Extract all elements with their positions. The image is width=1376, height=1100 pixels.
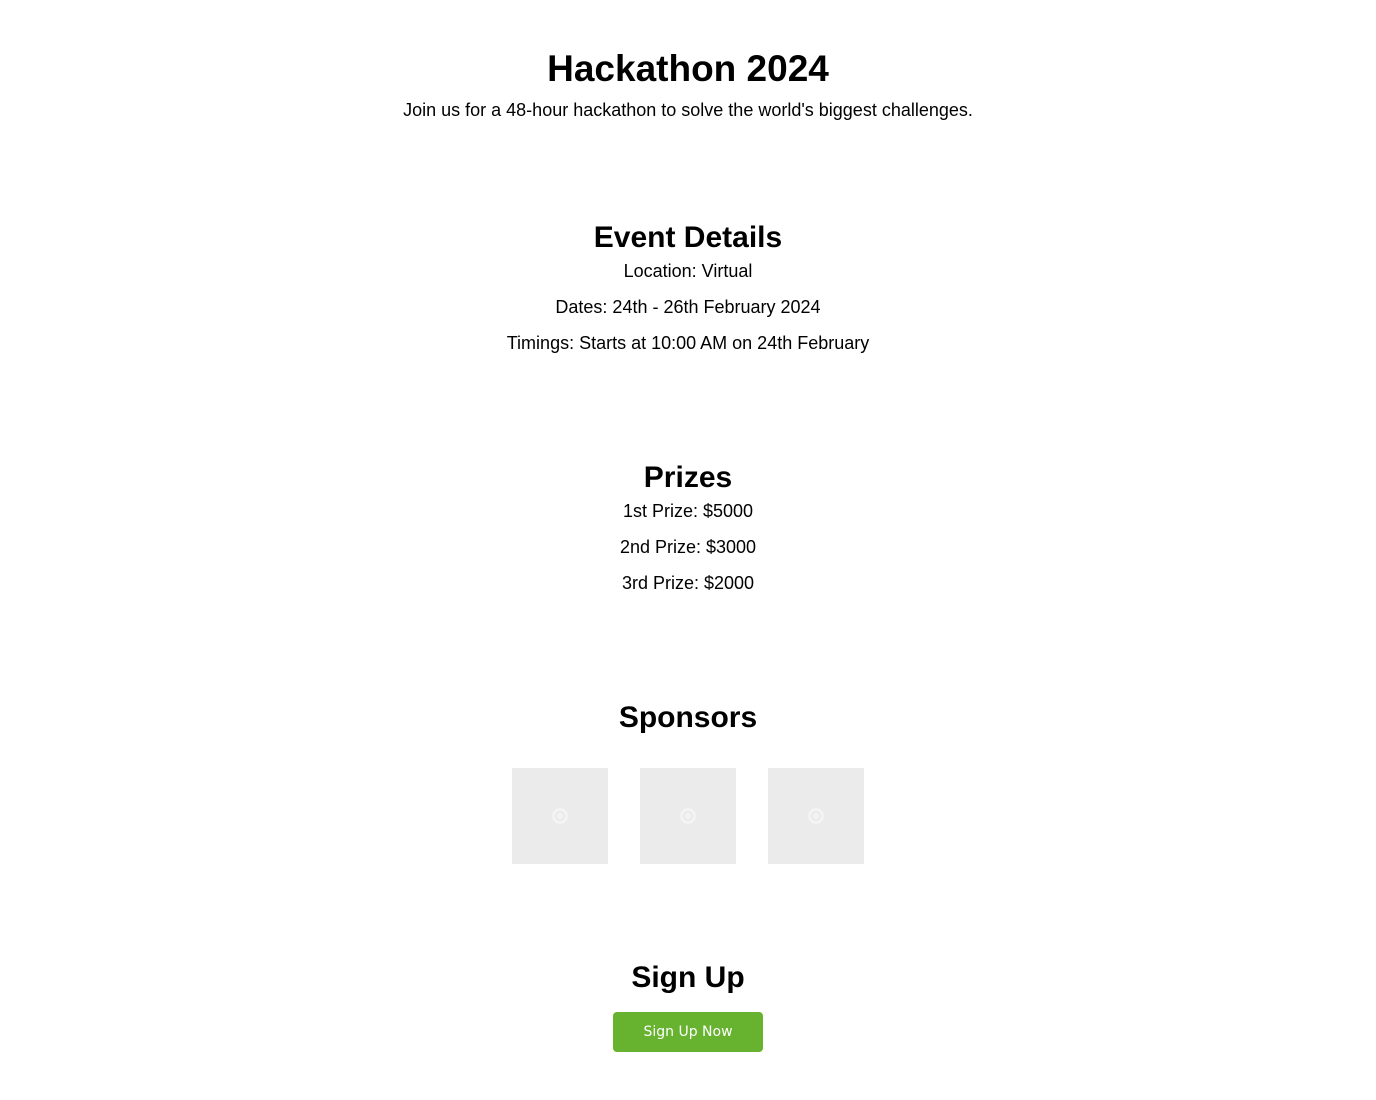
signup-heading: Sign Up xyxy=(631,961,745,994)
first-prize: 1st Prize: $5000 xyxy=(622,501,754,521)
event-details-section: Event Details Location: Virtual Dates: 2… xyxy=(0,220,1376,367)
event-timings: Timings: Starts at 10:00 AM on 24th Febr… xyxy=(506,333,870,353)
image-placeholder-icon xyxy=(808,808,824,824)
sponsors-section: Sponsors xyxy=(0,700,1376,736)
image-placeholder-icon xyxy=(552,808,568,824)
signup-section: Sign Up xyxy=(0,960,1376,996)
sponsor-logos xyxy=(512,768,864,864)
event-dates: Dates: 24th - 26th February 2024 xyxy=(555,297,821,317)
prizes-heading: Prizes xyxy=(643,461,733,494)
sign-up-now-button[interactable]: Sign Up Now xyxy=(613,1012,763,1052)
sponsor-logo xyxy=(768,768,864,864)
event-details-heading: Event Details xyxy=(593,221,783,254)
page-title: Hackathon 2024 xyxy=(547,48,829,89)
sponsors-heading: Sponsors xyxy=(618,701,758,734)
page-subtitle: Join us for a 48-hour hackathon to solve… xyxy=(403,100,973,120)
sponsor-logo xyxy=(512,768,608,864)
image-placeholder-icon xyxy=(680,808,696,824)
prizes-section: Prizes 1st Prize: $5000 2nd Prize: $3000… xyxy=(0,460,1376,607)
sponsor-logo xyxy=(640,768,736,864)
event-location: Location: Virtual xyxy=(623,261,753,281)
hackathon-page: Hackathon 2024 Join us for a 48-hour hac… xyxy=(0,0,1376,1100)
third-prize: 3rd Prize: $2000 xyxy=(621,573,755,593)
second-prize: 2nd Prize: $3000 xyxy=(619,537,757,557)
